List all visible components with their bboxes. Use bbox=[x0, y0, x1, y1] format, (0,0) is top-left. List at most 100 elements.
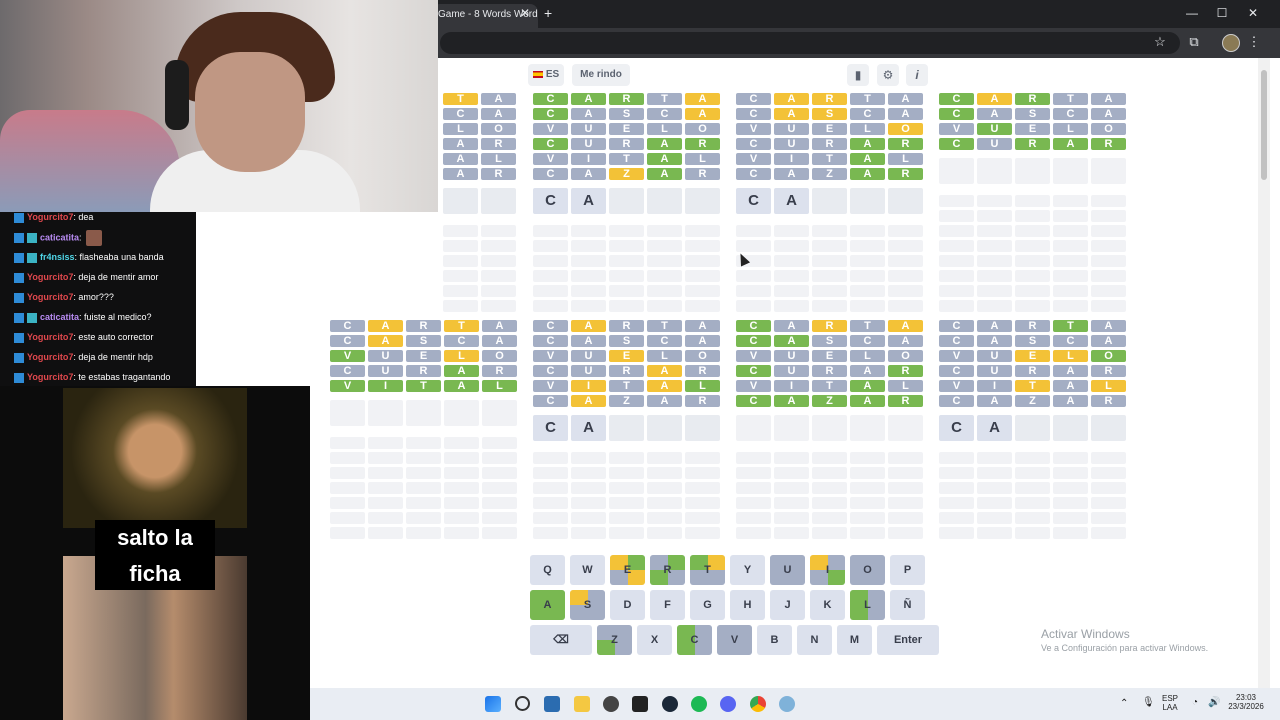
empty-tile bbox=[1091, 527, 1126, 539]
key-s[interactable]: S bbox=[570, 590, 605, 620]
chat-username[interactable]: Yogurcito7 bbox=[27, 272, 73, 282]
letter-tile: T bbox=[647, 93, 682, 105]
key-g[interactable]: G bbox=[690, 590, 725, 620]
search-icon[interactable] bbox=[515, 696, 530, 711]
address-bar[interactable] bbox=[440, 32, 1180, 54]
steam-icon[interactable] bbox=[662, 696, 678, 712]
empty-tile bbox=[571, 225, 606, 237]
chat-username[interactable]: Yogurcito7 bbox=[27, 332, 73, 342]
microphone-icon[interactable]: 🎙 bbox=[1142, 697, 1155, 708]
key-z[interactable]: Z bbox=[597, 625, 632, 655]
profile-avatar[interactable] bbox=[1222, 34, 1240, 52]
empty-tile bbox=[609, 300, 644, 312]
key-u[interactable]: U bbox=[770, 555, 805, 585]
browser-menu-icon[interactable]: ⋮ bbox=[1245, 34, 1263, 50]
empty-tile bbox=[571, 240, 606, 252]
spotify-icon[interactable] bbox=[691, 696, 707, 712]
file-explorer-icon[interactable] bbox=[574, 696, 590, 712]
globe-app-icon[interactable] bbox=[779, 696, 795, 712]
current-letter-tile bbox=[888, 188, 923, 214]
epic-games-icon[interactable] bbox=[632, 696, 648, 712]
info-icon[interactable]: i bbox=[906, 64, 928, 86]
key-k[interactable]: K bbox=[810, 590, 845, 620]
key-ñ[interactable]: Ñ bbox=[890, 590, 925, 620]
language-indicator[interactable]: ESP LAA bbox=[1162, 694, 1178, 712]
store-icon[interactable] bbox=[544, 696, 560, 712]
language-button[interactable]: ES bbox=[528, 64, 564, 86]
minimize-button[interactable]: — bbox=[1182, 6, 1202, 20]
key-q[interactable]: Q bbox=[530, 555, 565, 585]
maximize-button[interactable]: ☐ bbox=[1212, 6, 1232, 20]
windows-start-icon[interactable] bbox=[485, 696, 501, 712]
clock[interactable]: 23:03 23/3/2026 bbox=[1226, 693, 1266, 711]
key-t[interactable]: T bbox=[690, 555, 725, 585]
chat-username[interactable]: fr4nsiss bbox=[40, 252, 75, 262]
letter-tile: C bbox=[939, 335, 974, 347]
letter-tile: C bbox=[330, 335, 365, 347]
key-f[interactable]: F bbox=[650, 590, 685, 620]
word-board-3: CARTACASCAVUELOCURARVITALCAZARCA bbox=[736, 93, 926, 315]
key-m[interactable]: M bbox=[837, 625, 872, 655]
chat-username[interactable]: caticatita bbox=[40, 232, 79, 242]
letter-tile: R bbox=[812, 365, 847, 377]
key-x[interactable]: X bbox=[637, 625, 672, 655]
discord-icon[interactable] bbox=[720, 696, 736, 712]
chat-username[interactable]: Yogurcito7 bbox=[27, 212, 73, 222]
current-letter-tile bbox=[850, 188, 885, 214]
extensions-icon[interactable]: ⧉ bbox=[1185, 34, 1203, 50]
letter-tile: Z bbox=[812, 168, 847, 180]
empty-tile bbox=[1053, 527, 1088, 539]
key-n[interactable]: N bbox=[797, 625, 832, 655]
key-p[interactable]: P bbox=[890, 555, 925, 585]
chat-text: : fuiste al medico? bbox=[79, 312, 152, 322]
letter-tile: L bbox=[444, 350, 479, 362]
key-r[interactable]: R bbox=[650, 555, 685, 585]
key-d[interactable]: D bbox=[610, 590, 645, 620]
empty-tile bbox=[443, 240, 478, 252]
chat-username[interactable]: Yogurcito7 bbox=[27, 372, 73, 382]
key-i[interactable]: I bbox=[810, 555, 845, 585]
chat-text: : dea bbox=[73, 212, 94, 222]
bookmark-star-icon[interactable]: ☆ bbox=[1151, 34, 1169, 50]
stats-icon[interactable]: ▮ bbox=[847, 64, 869, 86]
backspace-key[interactable]: ⌫ bbox=[530, 625, 592, 655]
key-e[interactable]: E bbox=[610, 555, 645, 585]
empty-tile bbox=[685, 270, 720, 282]
chrome-icon[interactable] bbox=[750, 696, 766, 712]
settings-gear-icon[interactable]: ⚙ bbox=[877, 64, 899, 86]
tray-chevron-icon[interactable]: ⌃ bbox=[1120, 698, 1128, 709]
empty-tile bbox=[977, 285, 1012, 297]
key-o[interactable]: O bbox=[850, 555, 885, 585]
give-up-button[interactable]: Me rindo bbox=[572, 64, 630, 86]
key-j[interactable]: J bbox=[770, 590, 805, 620]
chat-username[interactable]: Yogurcito7 bbox=[27, 292, 73, 302]
key-w[interactable]: W bbox=[570, 555, 605, 585]
new-tab-button[interactable]: + bbox=[544, 5, 552, 21]
empty-tile bbox=[571, 512, 606, 524]
key-c[interactable]: C bbox=[677, 625, 712, 655]
key-b[interactable]: B bbox=[757, 625, 792, 655]
empty-tile bbox=[330, 497, 365, 509]
empty-tile bbox=[1091, 210, 1126, 222]
key-v[interactable]: V bbox=[717, 625, 752, 655]
key-h[interactable]: H bbox=[730, 590, 765, 620]
guess-row: CURAR bbox=[736, 365, 926, 377]
tab-close-icon[interactable]: ✕ bbox=[520, 6, 530, 20]
key-y[interactable]: Y bbox=[730, 555, 765, 585]
volume-icon[interactable]: 🔊 bbox=[1208, 697, 1220, 708]
key-a[interactable]: A bbox=[530, 590, 565, 620]
obs-icon[interactable] bbox=[603, 696, 619, 712]
scrollbar-thumb[interactable] bbox=[1261, 70, 1267, 180]
empty-tile bbox=[1053, 270, 1088, 282]
close-window-button[interactable]: ✕ bbox=[1243, 6, 1263, 20]
enter-key[interactable]: Enter bbox=[877, 625, 939, 655]
empty-tile bbox=[774, 240, 809, 252]
guess-row: VUELO bbox=[533, 350, 723, 362]
wifi-icon[interactable]: ◔ bbox=[1192, 697, 1198, 708]
chat-username[interactable]: caticatita bbox=[40, 312, 79, 322]
letter-tile: E bbox=[812, 350, 847, 362]
chat-username[interactable]: Yogurcito7 bbox=[27, 352, 73, 362]
key-l[interactable]: L bbox=[850, 590, 885, 620]
key-label: S bbox=[583, 599, 592, 611]
letter-tile: T bbox=[812, 380, 847, 392]
